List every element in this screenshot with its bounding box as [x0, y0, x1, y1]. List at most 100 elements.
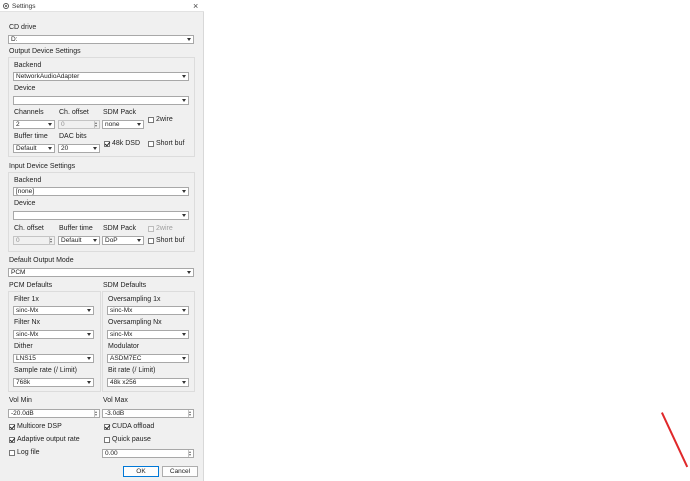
- input-sdm-pack-value: DoP: [105, 237, 118, 244]
- title-bar[interactable]: Settings ×: [0, 0, 204, 12]
- cuda-offload-checkbox[interactable]: [104, 424, 110, 430]
- os1x-value: sinc-Mx: [110, 307, 133, 314]
- ok-button[interactable]: OK: [123, 466, 159, 477]
- chevron-down-icon: [87, 333, 91, 336]
- cd-drive-select[interactable]: D:: [8, 35, 194, 44]
- input-ch-offset-spinbox[interactable]: 0: [13, 236, 55, 245]
- vol-min-label: Vol Min: [9, 397, 32, 404]
- bit-rate-label: Bit rate (/ Limit): [108, 367, 156, 374]
- buffer-time-select[interactable]: Default: [13, 144, 55, 153]
- input-backend-value: [none]: [16, 188, 35, 195]
- settings-window: Settings × CD drive D: Output Device Set…: [0, 0, 204, 481]
- sample-rate-select[interactable]: 768k: [13, 378, 94, 387]
- dac-bits-label: DAC bits: [59, 133, 87, 140]
- input-device-select[interactable]: [13, 211, 189, 220]
- dac-bits-value: 20: [61, 145, 69, 152]
- dither-label: Dither: [14, 343, 33, 350]
- spin-arrows-icon[interactable]: [188, 450, 193, 457]
- chevron-down-icon: [87, 309, 91, 312]
- spin-arrows-icon[interactable]: [94, 410, 99, 417]
- short-buf-checkbox[interactable]: [148, 141, 154, 147]
- adaptive-rate-checkbox[interactable]: [9, 437, 15, 443]
- chevron-down-icon: [182, 333, 186, 336]
- default-output-mode-select[interactable]: PCM: [8, 268, 194, 277]
- ch-offset-spinbox[interactable]: 0: [58, 120, 100, 129]
- chevron-down-icon: [48, 123, 52, 126]
- chevron-down-icon: [48, 147, 52, 150]
- buffer-time-value: Default: [16, 145, 37, 152]
- chevron-down-icon: [182, 357, 186, 360]
- default-output-mode-label: Default Output Mode: [9, 257, 74, 264]
- vol-max-value: -3.0dB: [105, 410, 125, 417]
- chevron-down-icon: [182, 309, 186, 312]
- chevron-down-icon: [182, 381, 186, 384]
- input-buffer-time-select[interactable]: Default: [58, 236, 100, 245]
- osnx-select[interactable]: sinc-Mx: [107, 330, 189, 339]
- quick-pause-label: Quick pause: [112, 436, 151, 443]
- spin-arrows-icon[interactable]: [49, 237, 54, 244]
- annotation-line: [661, 412, 689, 468]
- log-file-label: Log file: [17, 449, 40, 456]
- output-backend-label: Backend: [14, 62, 42, 69]
- output-backend-select[interactable]: NetworkAudioAdapter: [13, 72, 189, 81]
- vol-min-value: -20.0dB: [11, 410, 34, 417]
- input-sdm-pack-label: SDM Pack: [103, 225, 137, 232]
- dither-select[interactable]: LNS15: [13, 354, 94, 363]
- chevron-down-icon: [182, 75, 186, 78]
- dither-value: LNS15: [16, 355, 36, 362]
- dsd48-label: 48k DSD: [112, 140, 141, 147]
- sdm-pack-value: none: [105, 121, 120, 128]
- log-file-checkbox[interactable]: [9, 450, 15, 456]
- chevron-down-icon: [187, 271, 191, 274]
- chevron-down-icon: [182, 214, 186, 217]
- output-device-select[interactable]: [13, 96, 189, 105]
- channels-label: Channels: [14, 109, 44, 116]
- input-two-wire-checkbox[interactable]: [148, 226, 154, 232]
- bit-rate-select[interactable]: 48k x256: [107, 378, 189, 387]
- vol-min-spinbox[interactable]: -20.0dB: [8, 409, 100, 418]
- spin-arrows-icon[interactable]: [188, 410, 193, 417]
- multicore-dsp-checkbox[interactable]: [9, 424, 15, 430]
- output-device-label: Device: [14, 85, 36, 92]
- osnx-label: Oversampling Nx: [108, 319, 162, 326]
- quick-pause-checkbox[interactable]: [104, 437, 110, 443]
- dac-bits-select[interactable]: 20: [58, 144, 100, 153]
- input-ch-offset-label: Ch. offset: [14, 225, 44, 232]
- short-buf-label: Short buf: [156, 140, 185, 147]
- modulator-label: Modulator: [108, 343, 140, 350]
- sample-rate-value: 768k: [16, 379, 31, 386]
- filter1x-select[interactable]: sinc-Mx: [13, 306, 94, 315]
- dsd48-checkbox[interactable]: [104, 141, 110, 147]
- window-title: Settings: [12, 3, 36, 10]
- default-output-mode-value: PCM: [11, 269, 26, 276]
- channels-select[interactable]: 2: [13, 120, 55, 129]
- input-sdm-pack-select[interactable]: DoP: [102, 236, 144, 245]
- output-device-title: Output Device Settings: [9, 48, 81, 55]
- filternx-label: Filter Nx: [14, 319, 41, 326]
- vol-max-label: Vol Max: [103, 397, 128, 404]
- close-icon[interactable]: ×: [193, 1, 198, 11]
- chevron-down-icon: [93, 147, 97, 150]
- filter1x-label: Filter 1x: [14, 296, 39, 303]
- pcm-defaults-title: PCM Defaults: [9, 282, 53, 289]
- spin-arrows-icon[interactable]: [94, 121, 99, 128]
- vol-max-spinbox[interactable]: -3.0dB: [102, 409, 194, 418]
- output-backend-value: NetworkAudioAdapter: [16, 73, 80, 80]
- input-short-buf-checkbox[interactable]: [148, 238, 154, 244]
- os1x-label: Oversampling 1x: [108, 296, 161, 303]
- sample-rate-label: Sample rate (/ Limit): [14, 367, 78, 374]
- os1x-select[interactable]: sinc-Mx: [107, 306, 189, 315]
- input-backend-select[interactable]: [none]: [13, 187, 189, 196]
- chevron-down-icon: [182, 99, 186, 102]
- cuda-offload-label: CUDA offload: [112, 423, 155, 430]
- input-two-wire-label: 2wire: [156, 225, 173, 232]
- two-wire-checkbox[interactable]: [148, 117, 154, 123]
- quick-pause-spinbox[interactable]: 0.00: [102, 449, 194, 458]
- input-buffer-time-label: Buffer time: [59, 225, 93, 232]
- sdm-pack-select[interactable]: none: [102, 120, 144, 129]
- adaptive-rate-label: Adaptive output rate: [17, 436, 80, 443]
- modulator-select[interactable]: ASDM7EC: [107, 354, 189, 363]
- filternx-select[interactable]: sinc-Mx: [13, 330, 94, 339]
- filter1x-value: sinc-Mx: [16, 307, 39, 314]
- cancel-button[interactable]: Cancel: [162, 466, 198, 477]
